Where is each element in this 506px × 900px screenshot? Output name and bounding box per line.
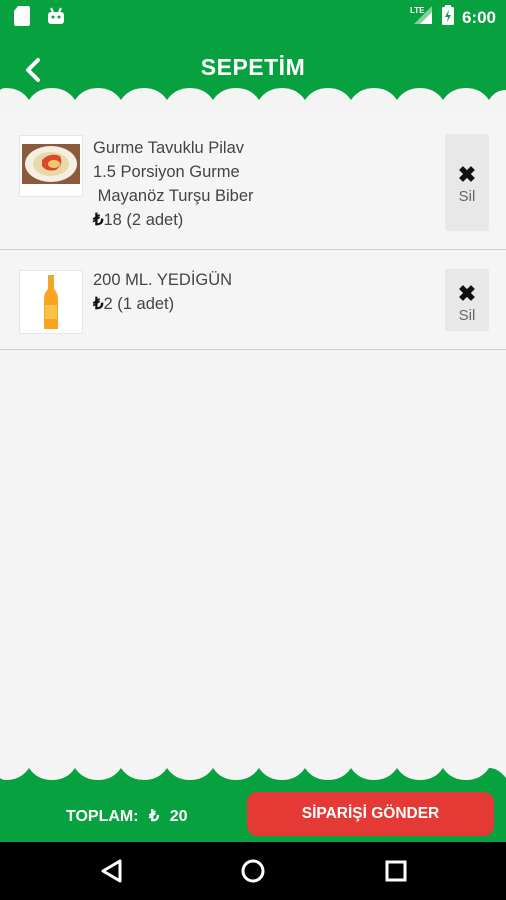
- network-type: LTE: [410, 6, 425, 15]
- cart-item: 200 ML. YEDİGÜN ₺2 (1 adet) ✖ Sil: [0, 250, 506, 350]
- total-text: TOPLAM: ₺ 20: [66, 806, 187, 826]
- scallop-decoration: [0, 86, 506, 112]
- item-info: Gurme Tavuklu Pilav 1.5 Porsiyon Gurme M…: [93, 136, 254, 232]
- item-name: 200 ML. YEDİGÜN: [93, 271, 233, 289]
- cart-item: Gurme Tavuklu Pilav 1.5 Porsiyon Gurme M…: [0, 112, 506, 250]
- item-price: ₺18 (2 adet): [93, 211, 184, 229]
- scallop-decoration: [0, 768, 506, 794]
- clock: 6:00: [461, 7, 496, 27]
- delete-button[interactable]: ✖ Sil: [445, 269, 489, 331]
- system-nav-bar: [0, 842, 506, 900]
- item-name: Gurme Tavuklu Pilav: [93, 139, 245, 157]
- delete-label: Sil: [458, 188, 476, 205]
- item-detail: 1.5 Porsiyon Gurme: [93, 163, 240, 181]
- square-recents-icon: [385, 860, 407, 882]
- lira-icon: ₺: [93, 211, 104, 229]
- delete-button[interactable]: ✖ Sil: [445, 134, 489, 231]
- nav-recents-button[interactable]: [380, 855, 412, 887]
- cart-list: Gurme Tavuklu Pilav 1.5 Porsiyon Gurme M…: [0, 112, 506, 350]
- item-detail: Mayanöz Turşu Biber: [93, 187, 254, 205]
- status-bar: LTE 6:00: [0, 0, 506, 34]
- battery-icon: [441, 5, 454, 30]
- total-value: 20: [169, 808, 188, 825]
- product-image: [19, 135, 83, 197]
- total-label: TOPLAM:: [66, 808, 139, 825]
- nav-back-button[interactable]: [96, 855, 128, 887]
- sd-card-icon: [14, 6, 32, 31]
- item-info: 200 ML. YEDİGÜN ₺2 (1 adet): [93, 268, 232, 316]
- circle-home-icon: [241, 859, 265, 883]
- delete-label: Sil: [458, 307, 476, 324]
- product-image: [19, 270, 83, 334]
- close-icon: ✖: [457, 162, 477, 187]
- item-price: ₺2 (1 adet): [93, 295, 175, 313]
- lte-signal-icon: LTE: [410, 4, 434, 31]
- page-title: SEPETİM: [200, 54, 306, 80]
- android-icon: [46, 6, 66, 31]
- lira-icon: ₺: [149, 808, 160, 825]
- send-order-button[interactable]: SİPARİŞİ GÖNDER: [247, 792, 494, 836]
- triangle-back-icon: [101, 859, 122, 883]
- close-icon: ✖: [457, 281, 477, 306]
- nav-home-button[interactable]: [237, 855, 269, 887]
- lira-icon: ₺: [93, 295, 104, 313]
